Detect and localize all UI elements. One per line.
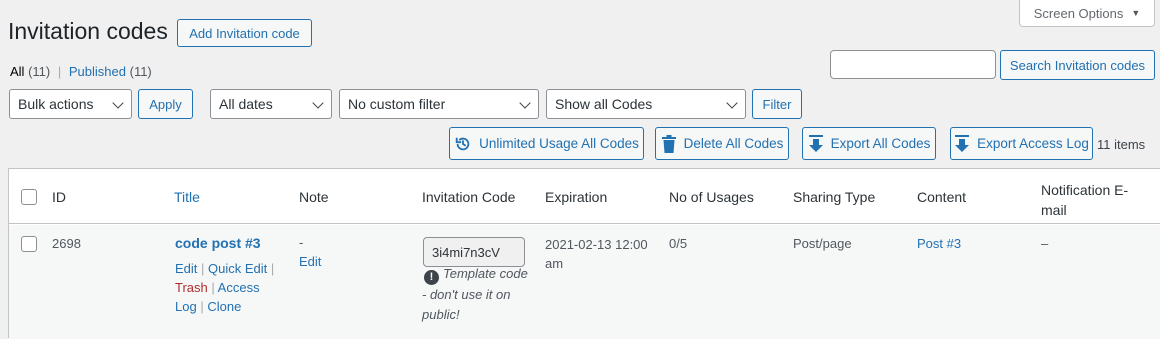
row-checkbox[interactable] <box>21 236 37 252</box>
delete-all-codes-button[interactable]: Delete All Codes <box>655 127 789 160</box>
export-access-log-button[interactable]: Export Access Log <box>950 127 1093 160</box>
chevron-down-icon <box>312 97 324 109</box>
column-notification-line2: mail <box>1041 202 1067 218</box>
add-invitation-code-button[interactable]: Add Invitation code <box>177 19 312 47</box>
column-expiration: Expiration <box>545 189 608 205</box>
row-usages: 0/5 <box>669 236 688 251</box>
row-action-quick-edit[interactable]: Quick Edit <box>208 261 267 276</box>
dates-value: All dates <box>219 96 273 112</box>
row-notification-email: – <box>1041 236 1049 251</box>
warning-icon: ! <box>424 269 439 285</box>
row-actions: Edit | Quick Edit | Trash | Access Log | … <box>175 259 285 316</box>
download-icon <box>955 134 970 152</box>
invitation-code-field[interactable]: 3i4mi7n3cV <box>423 237 525 267</box>
row-expiration-line2: am <box>545 256 564 271</box>
row-action-separator: | <box>270 261 275 276</box>
trash-icon <box>661 134 676 153</box>
column-note: Note <box>299 189 329 205</box>
row-action-separator: | <box>211 280 215 295</box>
row-title-link[interactable]: code post #3 <box>175 235 261 251</box>
column-invitation-code: Invitation Code <box>422 189 516 205</box>
column-title[interactable]: Title <box>174 189 200 205</box>
export-all-codes-label: Export All Codes <box>830 136 931 151</box>
select-all-checkbox[interactable] <box>21 189 37 205</box>
column-notification-email: Notification E- mail <box>1041 180 1128 220</box>
apply-button[interactable]: Apply <box>138 89 193 119</box>
column-content: Content <box>917 189 967 205</box>
caret-down-icon: ▼ <box>1131 8 1141 18</box>
delete-all-codes-label: Delete All Codes <box>683 136 784 151</box>
access-log-word2: Log <box>175 299 197 314</box>
row-action-clone[interactable]: Clone <box>207 299 241 314</box>
bulk-actions-value: Bulk actions <box>18 96 94 112</box>
table-header: ID Title Note Invitation Code Expiration… <box>9 169 1160 224</box>
search-input[interactable] <box>830 50 996 79</box>
export-access-log-label: Export Access Log <box>977 136 1089 151</box>
invitation-codes-table: ID Title Note Invitation Code Expiration… <box>8 168 1160 339</box>
view-all-count: (11) <box>28 64 51 79</box>
row-action-trash[interactable]: Trash <box>175 280 208 295</box>
row-action-edit[interactable]: Edit <box>175 261 197 276</box>
codes-select[interactable]: Show all Codes <box>546 89 746 119</box>
row-action-separator: | <box>201 261 205 276</box>
view-published-count: (11) <box>129 64 152 79</box>
view-all[interactable]: All <box>10 64 24 79</box>
row-sharing-type: Post/page <box>793 236 852 251</box>
column-id: ID <box>52 189 66 205</box>
row-action-separator: | <box>200 299 204 314</box>
column-usages: No of Usages <box>669 189 754 205</box>
row-content-link[interactable]: Post #3 <box>917 236 961 251</box>
screen-options-label: Screen Options <box>1033 5 1124 21</box>
access-log-word1: Access <box>217 280 260 295</box>
view-published[interactable]: Published <box>69 64 126 79</box>
search-button[interactable]: Search Invitation codes <box>1000 50 1155 80</box>
view-separator: | <box>57 64 62 79</box>
row-expiration-line1: 2021-02-13 12:00 <box>545 237 648 252</box>
chevron-down-icon <box>726 97 738 109</box>
custom-filter-select[interactable]: No custom filter <box>339 89 539 119</box>
screen-options-button[interactable]: Screen Options ▼ <box>1019 0 1155 27</box>
history-icon <box>455 137 470 150</box>
dates-select[interactable]: All dates <box>210 89 332 119</box>
row-note-edit[interactable]: Edit <box>299 254 321 269</box>
download-icon <box>808 134 823 152</box>
row-note-dash: - <box>299 235 304 250</box>
row-id: 2698 <box>52 236 81 251</box>
status-views: All (11) | Published (11) <box>10 64 152 79</box>
chevron-down-icon <box>519 97 531 109</box>
items-count: 11 items <box>1097 137 1146 152</box>
column-notification-line1: Notification E- <box>1041 182 1129 198</box>
export-all-codes-button[interactable]: Export All Codes <box>802 127 936 160</box>
chevron-down-icon <box>112 97 124 109</box>
row-expiration: 2021-02-13 12:00 am <box>545 235 648 273</box>
filter-button[interactable]: Filter <box>752 89 802 119</box>
codes-value: Show all Codes <box>555 96 653 112</box>
template-code-note: ! Template code - don't use it on public! <box>422 264 532 325</box>
unlimited-usage-label: Unlimited Usage All Codes <box>479 136 639 151</box>
page-title: Invitation codes <box>8 18 168 44</box>
custom-filter-value: No custom filter <box>348 96 446 112</box>
bulk-actions-select[interactable]: Bulk actions <box>9 89 132 119</box>
unlimited-usage-button[interactable]: Unlimited Usage All Codes <box>449 127 644 160</box>
column-sharing-type: Sharing Type <box>793 189 876 205</box>
table-row: 2698 code post #3 Edit | Quick Edit | Tr… <box>9 225 1160 339</box>
